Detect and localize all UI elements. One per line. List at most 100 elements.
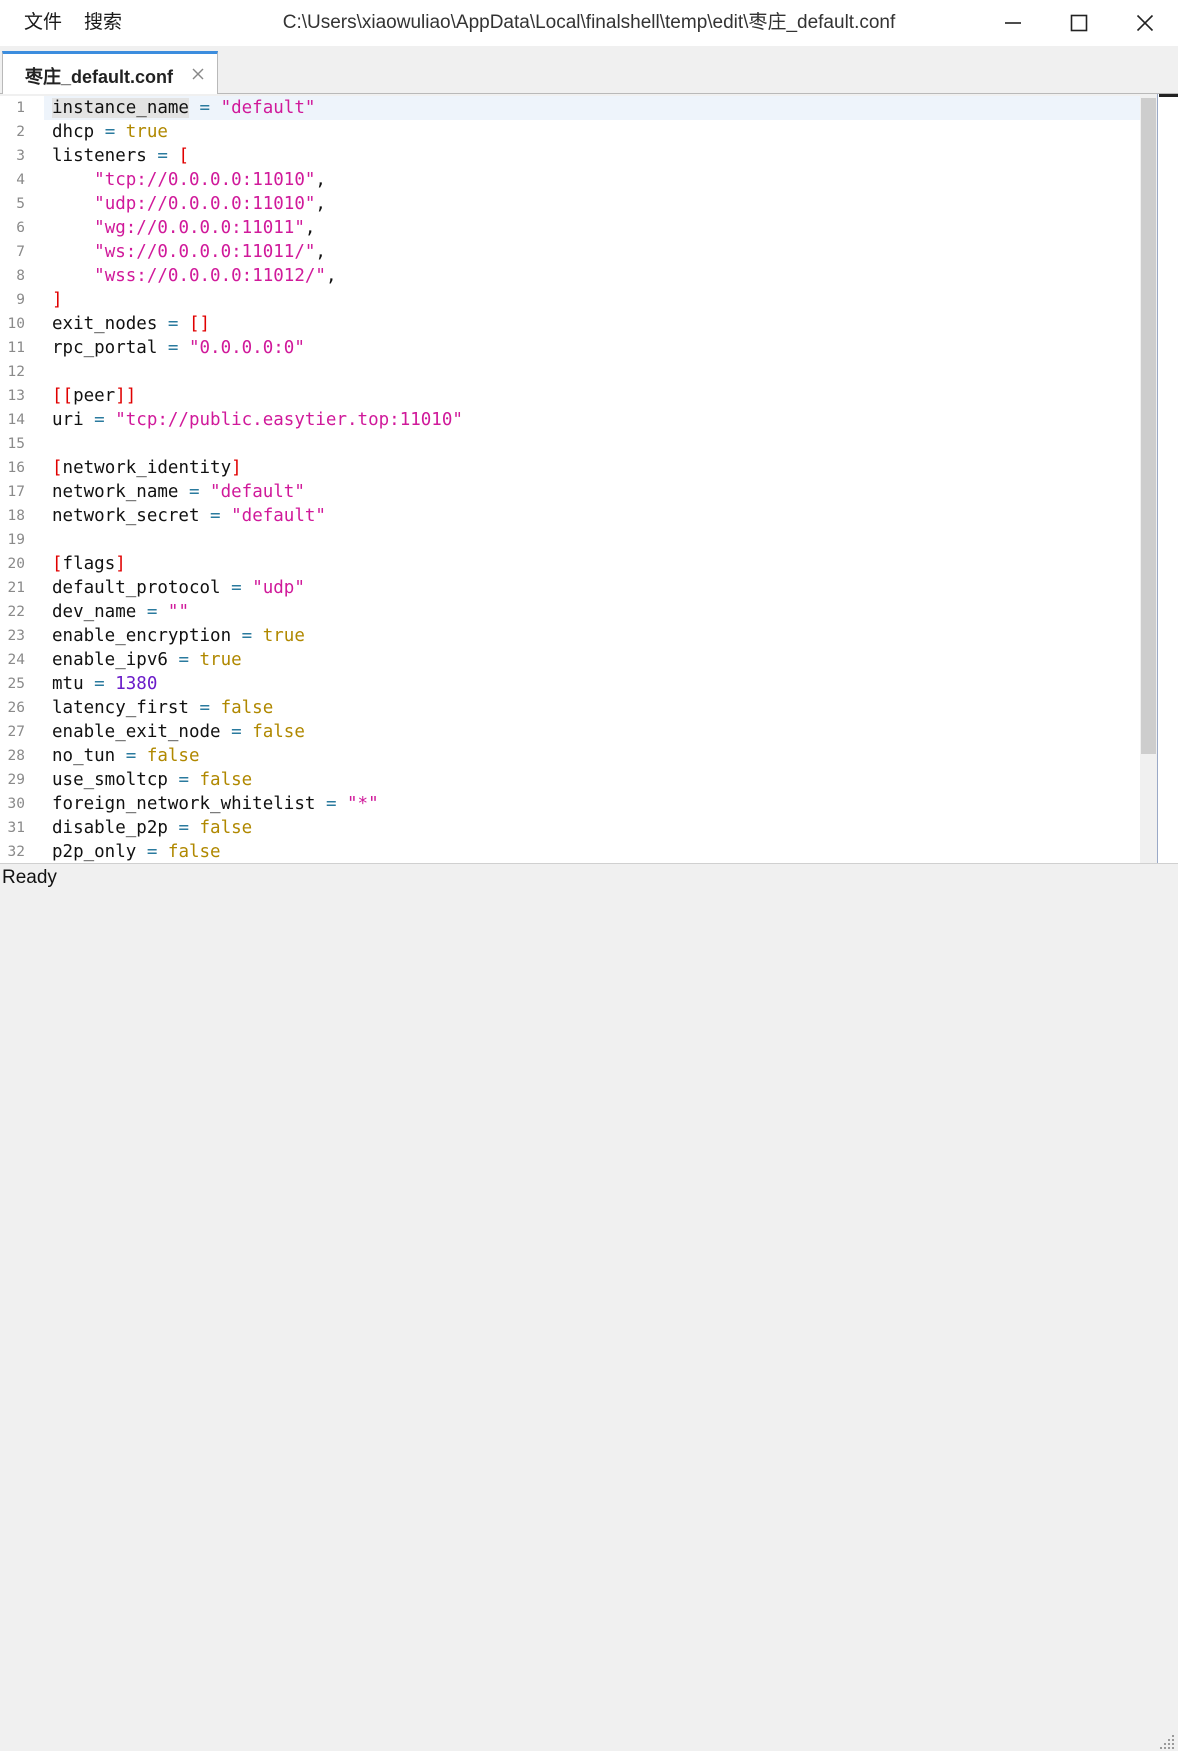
- resize-grip-icon[interactable]: [1158, 1733, 1176, 1751]
- code-line[interactable]: "wss://0.0.0.0:11012/",: [52, 264, 337, 288]
- code-string: "default": [210, 482, 305, 502]
- line-number: 21: [7, 580, 25, 596]
- line-number: 25: [7, 676, 25, 692]
- code-line[interactable]: ]: [52, 288, 63, 312]
- code-operator: =: [220, 578, 253, 598]
- code-bracket: [: [178, 146, 189, 166]
- minimize-button[interactable]: [980, 0, 1046, 46]
- code-punctuation: ,: [325, 266, 337, 286]
- code-key: dev_name: [52, 602, 137, 622]
- code-number: 1380: [115, 674, 158, 694]
- menu-file[interactable]: 文件: [24, 11, 62, 35]
- code-line[interactable]: [network_identity]: [52, 456, 242, 480]
- code-key: flags: [62, 554, 116, 574]
- code-line[interactable]: "udp://0.0.0.0:11010",: [52, 192, 326, 216]
- code-string: "default": [220, 98, 316, 118]
- code-line[interactable]: "ws://0.0.0.0:11011/",: [52, 240, 326, 264]
- code-line[interactable]: dhcp = true: [52, 120, 168, 144]
- code-line[interactable]: disable_p2p = false: [52, 816, 252, 840]
- code-line[interactable]: latency_first = false: [52, 696, 273, 720]
- code-punctuation: ,: [315, 170, 326, 190]
- status-text: Ready: [2, 867, 57, 888]
- menu-search[interactable]: 搜索: [84, 11, 122, 35]
- code-bracket: ]: [231, 458, 242, 478]
- code-operator: =: [315, 794, 348, 814]
- code-line[interactable]: network_name = "default": [52, 480, 305, 504]
- maximize-button[interactable]: [1046, 0, 1112, 46]
- overview-ruler-mark: [1159, 94, 1178, 97]
- line-number: 12: [7, 364, 25, 380]
- line-number: 31: [7, 820, 25, 836]
- code-area[interactable]: instance_name = "default" dhcp = true list…: [44, 96, 1140, 863]
- line-number: 30: [7, 796, 25, 812]
- code-line[interactable]: enable_encryption = true: [52, 624, 305, 648]
- code-line[interactable]: no_tun = false: [52, 744, 200, 768]
- code-operator: =: [188, 698, 221, 718]
- code-line[interactable]: "tcp://0.0.0.0:11010",: [52, 168, 326, 192]
- code-operator: =: [199, 506, 232, 526]
- code-operator: =: [157, 314, 189, 334]
- code-boolean: false: [199, 770, 253, 790]
- status-bar: Ready: [0, 863, 1178, 1749]
- code-bracket: ]: [115, 554, 126, 574]
- code-line[interactable]: uri = "tcp://public.easytier.top:11010": [52, 408, 463, 432]
- code-string: "*": [347, 794, 379, 814]
- code-line[interactable]: enable_ipv6 = true: [52, 648, 242, 672]
- code-line[interactable]: [flags]: [52, 552, 126, 576]
- code-line[interactable]: dev_name = "": [52, 600, 189, 624]
- code-line[interactable]: [[peer]]: [52, 384, 136, 408]
- code-line[interactable]: use_smoltcp = false: [52, 768, 252, 792]
- code-string: "0.0.0.0:0": [188, 338, 305, 358]
- line-number: 5: [16, 196, 25, 212]
- code-boolean: false: [146, 746, 200, 766]
- vertical-scrollbar[interactable]: [1140, 96, 1157, 863]
- code-line[interactable]: default_protocol = "udp": [52, 576, 305, 600]
- code-operator: =: [83, 410, 116, 430]
- code-operator: =: [94, 122, 126, 142]
- code-bracket: [: [52, 458, 63, 478]
- code-line[interactable]: listeners = [: [52, 144, 189, 168]
- code-string: "udp": [252, 578, 305, 598]
- code-line[interactable]: enable_exit_node = false: [52, 720, 305, 744]
- window-title: C:\Users\xiaowuliao\AppData\Local\finals…: [282, 12, 896, 33]
- code-bracket: [: [52, 554, 63, 574]
- code-string: "tcp://public.easytier.top:11010": [115, 410, 463, 430]
- code-key: use_smoltcp: [52, 770, 168, 790]
- code-string: "wg://0.0.0.0:11011": [94, 218, 305, 238]
- line-number: 15: [7, 436, 25, 452]
- line-number: 19: [7, 532, 25, 548]
- code-string: "default": [231, 506, 326, 526]
- line-number: 16: [7, 460, 25, 476]
- code-punctuation: ,: [304, 218, 316, 238]
- code-boolean: true: [125, 122, 168, 142]
- close-button[interactable]: [1112, 0, 1178, 46]
- scrollbar-thumb[interactable]: [1141, 98, 1156, 754]
- code-line[interactable]: mtu = 1380: [52, 672, 157, 696]
- code-boolean: false: [199, 818, 253, 838]
- code-line[interactable]: exit_nodes = []: [52, 312, 210, 336]
- code-string: "ws://0.0.0.0:11011/": [94, 242, 316, 262]
- line-number: 8: [16, 268, 25, 284]
- code-line[interactable]: "wg://0.0.0.0:11011",: [52, 216, 315, 240]
- code-line[interactable]: instance_name = "default": [52, 96, 315, 120]
- code-punctuation: [52, 266, 94, 286]
- code-key: no_tun: [52, 746, 116, 766]
- code-line[interactable]: p2p_only = false: [52, 840, 221, 863]
- line-number: 20: [7, 556, 25, 572]
- code-boolean: false: [252, 722, 305, 742]
- tab-file[interactable]: 枣庄_default.conf: [2, 51, 218, 94]
- code-line[interactable]: network_secret = "default": [52, 504, 326, 528]
- line-number: 3: [16, 148, 25, 164]
- code-string: "udp://0.0.0.0:11010": [94, 194, 316, 214]
- code-punctuation: [52, 170, 94, 190]
- code-key: default_protocol: [52, 578, 221, 598]
- line-number: 7: [16, 244, 25, 260]
- code-editor[interactable]: 1 2 3 4 5 6 7 8 9 10 11 12 13 14 15 16 17 18 19 20 21 22 23 24 2…: [0, 96, 1157, 863]
- code-key: rpc_portal: [52, 338, 158, 358]
- code-line[interactable]: foreign_network_whitelist = "*": [52, 792, 379, 816]
- code-line[interactable]: rpc_portal = "0.0.0.0:0": [52, 336, 305, 360]
- line-number: 29: [7, 772, 25, 788]
- tab-close-icon[interactable]: [191, 67, 205, 81]
- code-operator: =: [220, 722, 253, 742]
- line-number: 10: [7, 316, 25, 332]
